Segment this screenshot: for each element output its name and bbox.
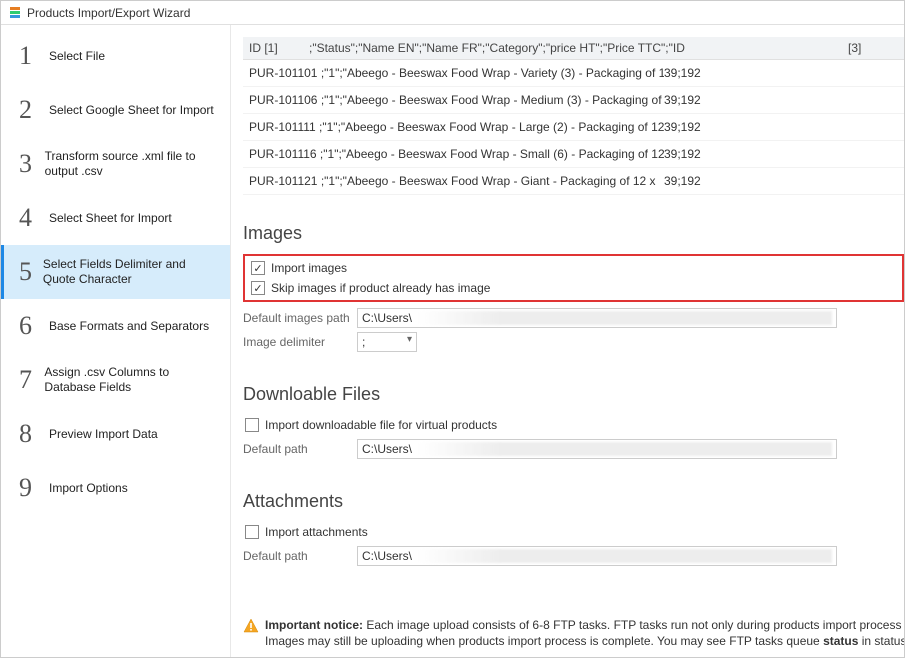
attachments-heading: Attachments — [243, 491, 904, 512]
cell-id: PUR-101116 ;"1";"Abeego - Beeswax Food W… — [249, 147, 664, 161]
step-number: 3 — [19, 151, 39, 177]
attachments-path-label: Default path — [243, 549, 357, 563]
redacted-overlay — [418, 549, 832, 563]
import-images-label: Import images — [271, 261, 347, 275]
table-row[interactable]: PUR-101121 ;"1";"Abeego - Beeswax Food W… — [243, 168, 904, 195]
wizard-step-9[interactable]: 9 Import Options — [1, 461, 230, 515]
redacted-overlay — [418, 311, 832, 325]
step-label: Transform source .xml file to output .cs… — [45, 149, 218, 179]
redacted-overlay — [418, 442, 832, 456]
preview-grid: ID [1] ;"Status";"Name EN";"Name FR";"Ca… — [243, 37, 904, 195]
step-number: 1 — [19, 43, 43, 69]
skip-images-label: Skip images if product already has image — [271, 281, 490, 295]
step-number: 9 — [19, 475, 43, 501]
skip-images-checkbox[interactable]: ✓ — [251, 281, 265, 295]
downloads-path-input[interactable]: C:\Users\ — [357, 439, 837, 459]
step-number: 8 — [19, 421, 43, 447]
wizard-step-1[interactable]: 1 Select File — [1, 29, 230, 83]
images-highlight: ✓ Import images ✓ Skip images if product… — [243, 254, 904, 302]
image-delimiter-label: Image delimiter — [243, 335, 357, 349]
grid-header: ID [1] ;"Status";"Name EN";"Name FR";"Ca… — [243, 37, 904, 60]
step-number: 4 — [19, 205, 43, 231]
step-label: Base Formats and Separators — [49, 319, 209, 334]
cell-val: 39;192 — [664, 93, 724, 107]
notice-bold: Important notice: — [265, 618, 363, 632]
cell-val: 39;192 — [664, 147, 724, 161]
table-row[interactable]: PUR-101116 ;"1";"Abeego - Beeswax Food W… — [243, 141, 904, 168]
wizard-step-3[interactable]: 3Transform source .xml file to output .c… — [1, 137, 230, 191]
step-label: Select Google Sheet for Import — [49, 103, 214, 118]
cell-id: PUR-101101 ;"1";"Abeego - Beeswax Food W… — [249, 66, 664, 80]
wizard-step-2[interactable]: 2 Select Google Sheet for Import — [1, 83, 230, 137]
import-downloads-row[interactable]: Import downloadable file for virtual pro… — [243, 415, 904, 435]
wizard-step-6[interactable]: 6 Base Formats and Separators — [1, 299, 230, 353]
wizard-step-8[interactable]: 8 Preview Import Data — [1, 407, 230, 461]
wizard-step-7[interactable]: 7Assign .csv Columns to Database Fields — [1, 353, 230, 407]
import-images-row[interactable]: ✓ Import images — [249, 258, 898, 278]
wizard-step-4[interactable]: 4 Select Sheet for Import — [1, 191, 230, 245]
step-label: Preview Import Data — [49, 427, 158, 442]
cell-val: 39;192 — [664, 66, 724, 80]
step-label: Select Fields Delimiter and Quote Charac… — [43, 257, 218, 287]
step-number: 2 — [19, 97, 43, 123]
main-panel: ID [1] ;"Status";"Name EN";"Name FR";"Ca… — [231, 25, 904, 657]
import-downloads-checkbox[interactable] — [245, 418, 259, 432]
cell-id: PUR-101121 ;"1";"Abeego - Beeswax Food W… — [249, 174, 664, 188]
step-number: 5 — [19, 259, 37, 285]
step-label: Select File — [49, 49, 105, 64]
import-attachments-checkbox[interactable] — [245, 525, 259, 539]
step-label: Import Options — [49, 481, 128, 496]
grid-header-col-fields[interactable]: ;"Status";"Name EN";"Name FR";"Category"… — [309, 41, 848, 55]
downloads-heading: Downloable Files — [243, 384, 904, 405]
grid-header-col-3[interactable]: [3] — [848, 41, 898, 55]
cell-id: PUR-101111 ;"1";"Abeego - Beeswax Food W… — [249, 120, 664, 134]
table-row[interactable]: PUR-101111 ;"1";"Abeego - Beeswax Food W… — [243, 114, 904, 141]
cell-val: 39;192 — [664, 174, 724, 188]
important-notice: Important notice: Each image upload cons… — [243, 617, 904, 649]
import-images-checkbox[interactable]: ✓ — [251, 261, 265, 275]
images-path-label: Default images path — [243, 311, 357, 325]
table-row[interactable]: PUR-101106 ;"1";"Abeego - Beeswax Food W… — [243, 87, 904, 114]
images-heading: Images — [243, 223, 904, 244]
import-downloads-label: Import downloadable file for virtual pro… — [265, 418, 497, 432]
window-title: Products Import/Export Wizard — [27, 6, 190, 20]
downloads-path-label: Default path — [243, 442, 357, 456]
cell-val: 39;192 — [664, 120, 724, 134]
step-number: 7 — [19, 367, 38, 393]
wizard-step-5[interactable]: 5Select Fields Delimiter and Quote Chara… — [1, 245, 230, 299]
wizard-sidebar: 1 Select File 2 Select Google Sheet for Imp… — [1, 25, 231, 657]
images-path-input[interactable]: C:\Users\ — [357, 308, 837, 328]
grid-header-col-id[interactable]: ID [1] — [249, 41, 309, 55]
skip-images-row[interactable]: ✓ Skip images if product already has ima… — [249, 278, 898, 298]
import-attachments-row[interactable]: Import attachments — [243, 522, 904, 542]
attachments-path-input[interactable]: C:\Users\ — [357, 546, 837, 566]
titlebar: Products Import/Export Wizard — [1, 1, 904, 25]
step-label: Assign .csv Columns to Database Fields — [44, 365, 218, 395]
image-delimiter-select[interactable]: ; — [357, 332, 417, 352]
step-number: 6 — [19, 313, 43, 339]
step-label: Select Sheet for Import — [49, 211, 172, 226]
warning-icon — [243, 618, 259, 634]
table-row[interactable]: PUR-101101 ;"1";"Abeego - Beeswax Food W… — [243, 60, 904, 87]
cell-id: PUR-101106 ;"1";"Abeego - Beeswax Food W… — [249, 93, 664, 107]
app-icon — [7, 5, 23, 21]
import-attachments-label: Import attachments — [265, 525, 368, 539]
